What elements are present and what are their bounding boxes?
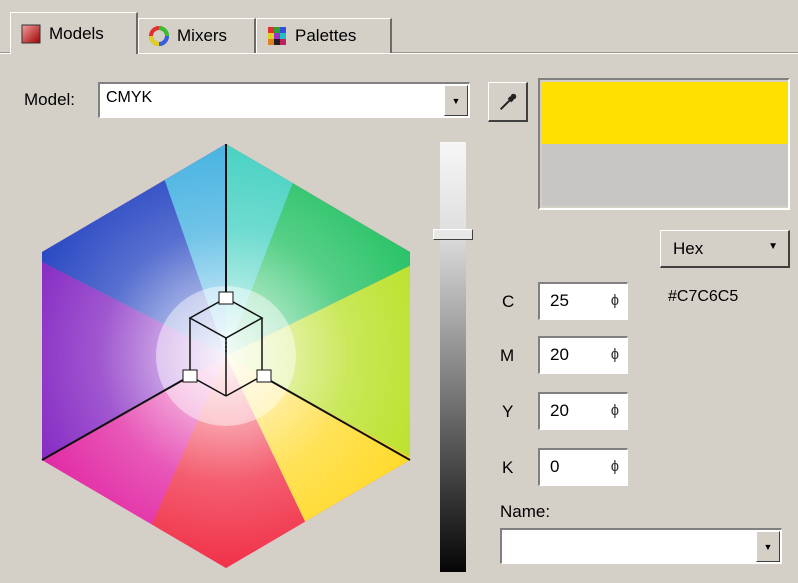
tab-strip: Models Mixers Palettes	[0, 0, 798, 56]
spin-arrows-icon[interactable]: ɸ	[611, 292, 619, 309]
c-value: 25	[550, 291, 569, 310]
name-combo[interactable]: ▼	[500, 528, 782, 564]
c-label: C	[502, 292, 515, 311]
tab-mixers[interactable]: Mixers	[138, 18, 256, 53]
m-spinner[interactable]: 20 ɸ	[538, 336, 628, 374]
name-label: Name:	[500, 502, 551, 521]
models-icon	[21, 24, 41, 43]
m-value: 20	[550, 345, 569, 364]
format-select[interactable]: Hex ▼	[660, 230, 790, 268]
tab-label: Models	[49, 23, 104, 43]
tab-models[interactable]: Models	[10, 12, 138, 54]
k-label: K	[502, 458, 514, 477]
spin-arrows-icon[interactable]: ɸ	[611, 458, 619, 475]
eyedropper-icon	[499, 93, 517, 111]
model-select[interactable]: CMYK ▼	[98, 82, 470, 118]
chevron-down-icon[interactable]: ▼	[756, 531, 780, 562]
eyedropper-button[interactable]	[488, 82, 528, 122]
tab-label: Mixers	[177, 26, 228, 45]
spin-arrows-icon[interactable]: ɸ	[611, 402, 619, 419]
palettes-icon	[268, 27, 286, 45]
k-spinner[interactable]: 0 ɸ	[538, 448, 628, 486]
black-slider-track[interactable]	[440, 142, 466, 572]
c-spinner[interactable]: 25 ɸ	[538, 282, 628, 320]
m-handle[interactable]	[182, 369, 198, 383]
hex-value: #C7C6C5	[668, 288, 739, 305]
chevron-down-icon[interactable]: ▼	[444, 85, 468, 116]
tab-label: Palettes	[295, 26, 357, 45]
mixers-icon	[149, 26, 169, 46]
y-spinner[interactable]: 20 ɸ	[538, 392, 628, 430]
model-label: Model:	[24, 90, 76, 109]
y-value: 20	[550, 401, 569, 420]
c-handle[interactable]	[218, 291, 234, 305]
y-handle[interactable]	[256, 369, 272, 383]
y-label: Y	[502, 402, 514, 421]
m-label: M	[500, 346, 515, 365]
model-select-value: CMYK	[106, 89, 153, 106]
tab-palettes[interactable]: Palettes	[256, 18, 392, 53]
format-select-value: Hex	[673, 239, 704, 258]
old-color-swatch[interactable]	[542, 144, 788, 206]
cmyk-hexagon-wheel[interactable]	[30, 138, 422, 574]
spin-arrows-icon[interactable]: ɸ	[611, 346, 619, 363]
new-color-swatch	[542, 82, 788, 144]
black-slider-thumb[interactable]	[433, 229, 473, 240]
chevron-down-icon: ▼	[768, 241, 778, 252]
k-value: 0	[550, 457, 560, 476]
